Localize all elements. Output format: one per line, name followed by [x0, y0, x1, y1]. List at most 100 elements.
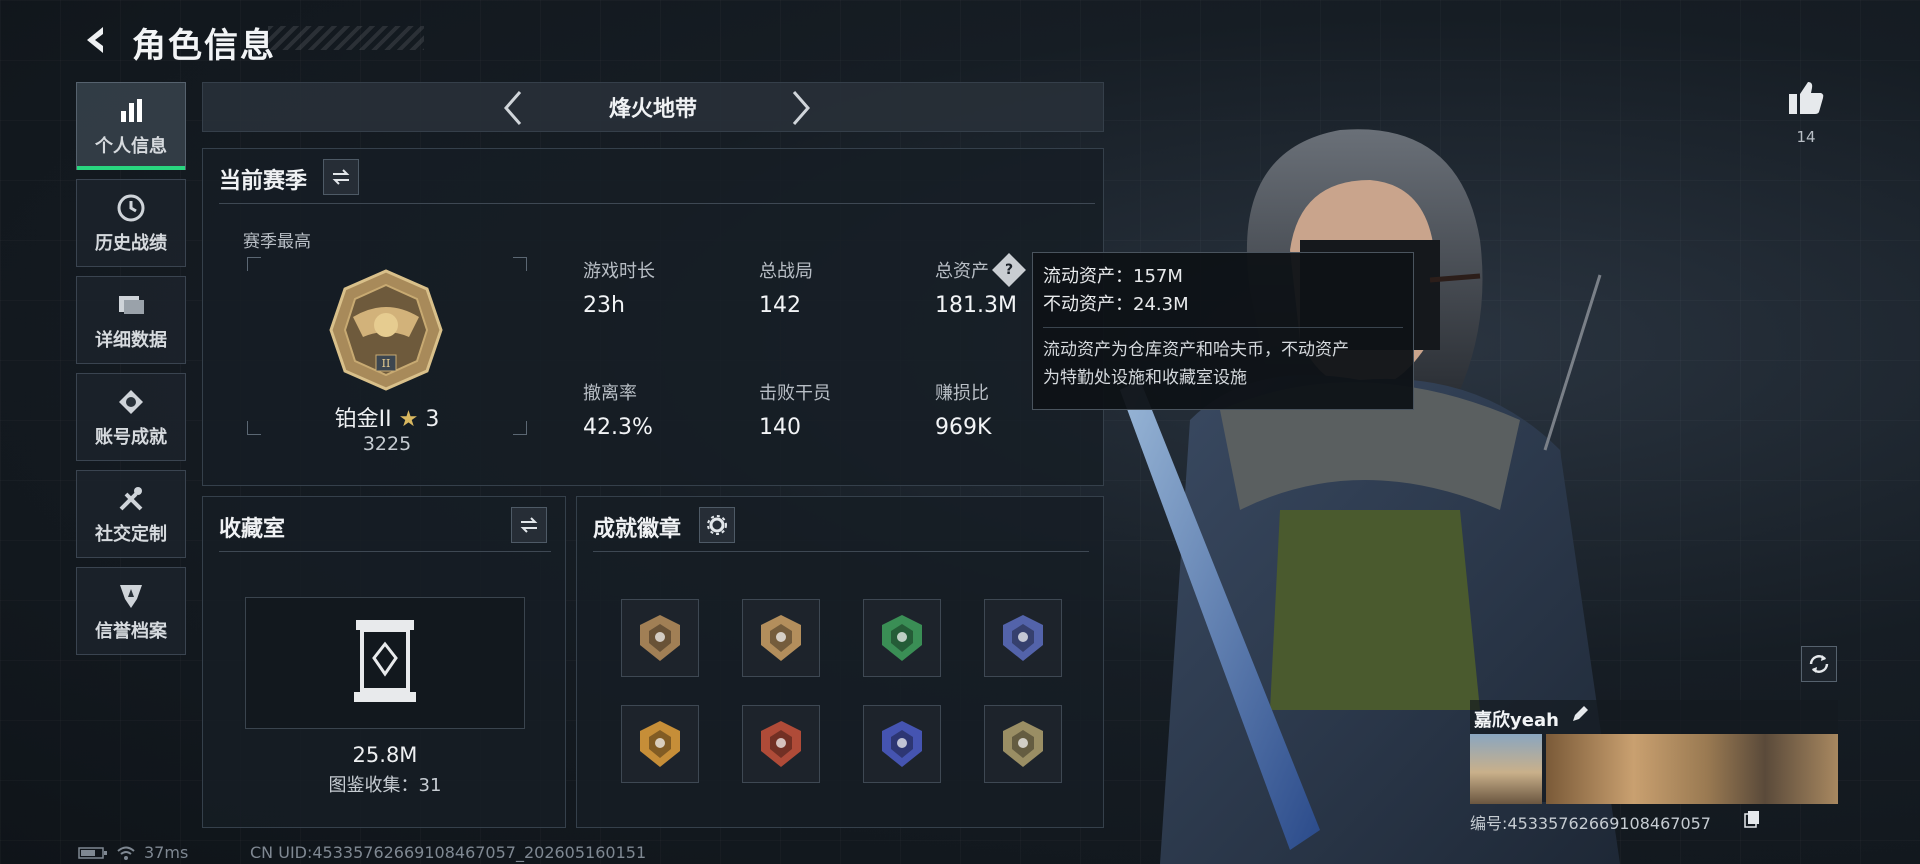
collection-title: 收藏室: [219, 517, 286, 542]
season-title: 当前赛季: [219, 169, 308, 194]
title-decoration: [268, 26, 424, 50]
like-button[interactable]: [1786, 78, 1826, 118]
badge-emblem: [761, 615, 801, 661]
help-icon[interactable]: ?: [992, 253, 1026, 287]
back-arrow-icon: [87, 27, 103, 53]
collection-value: 25.8M: [352, 743, 418, 767]
globe-badge-icon[interactable]: [863, 705, 941, 783]
collection-count: 图鉴收集：31: [328, 775, 442, 796]
nav-item-detail-data[interactable]: 详细数据: [76, 276, 186, 364]
status-bar: 37ms: [78, 843, 188, 862]
stat-total-assets: 总资产 ? 181.3M: [935, 253, 1026, 318]
collection-divider: [219, 551, 551, 552]
rank-name: 铂金II: [334, 407, 392, 432]
tooltip-description: 流动资产为仓库资产和哈夫币，不动资产 为特勤处设施和收藏室设施: [1043, 327, 1403, 392]
stat-label: 总战局: [759, 261, 813, 282]
next-mode-button[interactable]: [783, 89, 821, 127]
tooltip-desc-line2: 为特勤处设施和收藏室设施: [1043, 368, 1247, 388]
nav-item-social[interactable]: 社交定制: [76, 470, 186, 558]
season-switch-button[interactable]: [323, 159, 359, 195]
thumbs-up-icon: [1789, 82, 1824, 114]
copy-icon: [1744, 811, 1759, 828]
nav-item-history[interactable]: 历史战绩: [76, 179, 186, 267]
rank-points: 3225: [362, 433, 412, 455]
achievements-divider: [593, 551, 1089, 552]
green-emblem-badge-icon[interactable]: [863, 599, 941, 677]
stat-value: 181.3M: [935, 293, 1017, 318]
lion-badge-icon[interactable]: [742, 599, 820, 677]
chevron-left-icon: [504, 91, 522, 125]
stat-extract-rate: 撤离率 42.3%: [583, 379, 653, 440]
player-banner[interactable]: [1546, 734, 1838, 804]
season-best-label: 赛季最高: [243, 232, 311, 252]
triangle-badge-icon[interactable]: [984, 705, 1062, 783]
season-divider: [219, 203, 1095, 204]
swap-icon: [332, 169, 350, 185]
bar-chart-icon: [114, 94, 148, 128]
pencil-icon: [1573, 706, 1588, 721]
stat-label: 赚损比: [935, 383, 989, 404]
badge-emblem: [882, 615, 922, 661]
tooltip-desc-line1: 流动资产为仓库资产和哈夫币，不动资产: [1043, 340, 1349, 360]
collection-preview[interactable]: [245, 597, 525, 729]
dragon-badge-icon[interactable]: [742, 705, 820, 783]
badge-emblem: [761, 721, 801, 767]
player-name: 嘉欣yeah: [1474, 710, 1559, 731]
mode-tab-bar: 烽火地带: [202, 82, 1104, 132]
collection-switch-button[interactable]: [511, 507, 547, 543]
stat-profit-ratio: 赚损比 969K: [935, 379, 991, 440]
achievements-title: 成就徽章: [593, 517, 682, 542]
stat-label-row: 总资产 ?: [935, 253, 1026, 287]
edit-name-button[interactable]: [1570, 704, 1590, 724]
rotate-model-button[interactable]: [1801, 646, 1837, 682]
copy-id-button[interactable]: [1744, 810, 1760, 828]
clock-icon: [114, 191, 148, 225]
assets-tooltip: 流动资产：157M 不动资产：24.3M 流动资产为仓库资产和哈夫币，不动资产 …: [1032, 252, 1414, 410]
rotate-icon: [1809, 655, 1829, 673]
nav-label: 个人信息: [95, 136, 167, 157]
tooltip-liquid-assets: 流动资产：157M: [1043, 266, 1183, 287]
chevron-right-icon: [792, 91, 810, 125]
nav-item-personal-info[interactable]: 个人信息: [76, 82, 186, 170]
badge-emblem: [640, 615, 680, 661]
stat-play-time: 游戏时长 23h: [583, 257, 655, 318]
star-badge-icon[interactable]: [984, 599, 1062, 677]
nav-label: 信誉档案: [95, 621, 167, 642]
nav-item-achievements[interactable]: 账号成就: [76, 373, 186, 461]
back-button[interactable]: [76, 20, 116, 60]
nav-label: 账号成就: [95, 427, 167, 448]
nav-label: 社交定制: [95, 524, 167, 545]
gear-icon: [707, 515, 727, 535]
season-panel: 当前赛季 赛季最高 II 铂金II ★ 3 3225 游戏时长 23h 总战局 …: [202, 148, 1104, 486]
helicopter-badge-icon[interactable]: [621, 599, 699, 677]
achievements-settings-button[interactable]: [699, 507, 735, 543]
player-avatar[interactable]: [1470, 734, 1542, 804]
display-case-icon: [354, 620, 416, 702]
achievements-panel: 成就徽章: [576, 496, 1104, 828]
nav-item-credit[interactable]: 信誉档案: [76, 567, 186, 655]
sidebar-nav: 个人信息 历史战绩 详细数据 账号成就 社交定制 信誉档案: [76, 82, 188, 664]
swap-icon: [520, 517, 538, 533]
soldiers-badge-icon[interactable]: [621, 705, 699, 783]
stat-kills: 击败干员 140: [759, 379, 831, 440]
ping-value: 37ms: [144, 843, 189, 862]
rank-stars: 3: [425, 407, 440, 432]
svg-text:II: II: [382, 357, 391, 370]
badge-emblem: [1003, 615, 1043, 661]
stat-total-matches: 总战局 142: [759, 257, 813, 318]
badge-emblem: [882, 721, 922, 767]
stat-value: 23h: [583, 293, 625, 318]
badge-emblem: [640, 721, 680, 767]
page-title: 角色信息: [132, 26, 276, 66]
rank-title: 铂金II ★ 3: [247, 401, 527, 433]
mode-title: 烽火地带: [608, 97, 697, 122]
stat-value: 969K: [935, 415, 992, 440]
stat-label: 游戏时长: [583, 261, 655, 282]
stat-value: 142: [759, 293, 801, 318]
medal-icon: [114, 385, 148, 419]
tools-icon: [114, 482, 148, 516]
player-id: 编号:4533576266910846​7057: [1470, 814, 1711, 833]
stat-value: 140: [759, 415, 801, 440]
nav-label: 详细数据: [95, 330, 167, 351]
prev-mode-button[interactable]: [493, 89, 531, 127]
